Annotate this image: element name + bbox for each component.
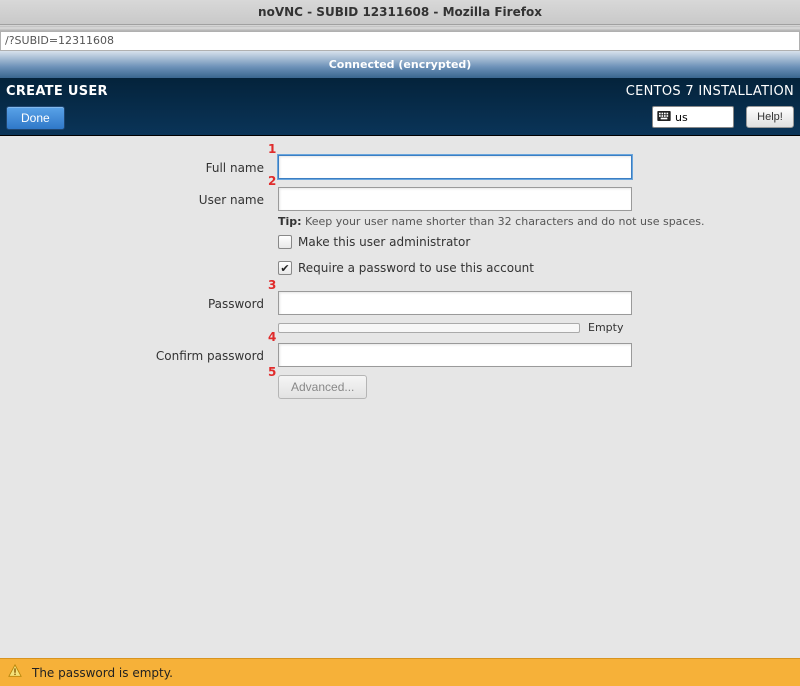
require-password-row[interactable]: ✔ Require a password to use this account (278, 261, 534, 275)
password-label: Password (0, 291, 264, 317)
password-strength-bar (278, 323, 580, 333)
password-strength-label: Empty (588, 321, 623, 334)
require-password-checkbox[interactable]: ✔ (278, 261, 292, 275)
user-name-input[interactable] (278, 187, 632, 211)
full-name-input[interactable] (278, 155, 632, 179)
anaconda-header: CREATE USER Done CENTOS 7 INSTALLATION u… (0, 78, 800, 136)
help-button[interactable]: Help! (746, 106, 794, 128)
advanced-button[interactable]: Advanced... (278, 375, 367, 399)
admin-checkbox[interactable] (278, 235, 292, 249)
annotation-5: 5 (268, 365, 276, 379)
tip-text: Keep your user name shorter than 32 char… (302, 215, 705, 228)
password-strength-row: Empty (278, 321, 623, 334)
confirm-password-label: Confirm password (0, 343, 264, 369)
create-user-form: Full name 1 User name 2 Tip: Keep your u… (0, 137, 800, 658)
full-name-label: Full name (0, 155, 264, 181)
keyboard-layout-indicator[interactable]: us (652, 106, 734, 128)
keyboard-icon (657, 111, 671, 124)
warning-text: The password is empty. (32, 666, 173, 680)
annotation-1: 1 (268, 142, 276, 156)
url-bar[interactable]: /?SUBID=12311608 (0, 31, 800, 51)
user-name-label: User name (0, 187, 264, 213)
vnc-status-bar: Connected (encrypted) (0, 51, 800, 78)
confirm-password-input[interactable] (278, 343, 632, 367)
url-text: /?SUBID=12311608 (5, 34, 114, 47)
done-button[interactable]: Done (6, 106, 65, 130)
tip-prefix: Tip: (278, 215, 302, 228)
browser-titlebar: noVNC - SUBID 12311608 - Mozilla Firefox (0, 0, 800, 25)
keyboard-layout-text: us (675, 111, 688, 124)
vnc-status-text: Connected (encrypted) (329, 58, 472, 71)
annotation-3: 3 (268, 278, 276, 292)
password-input[interactable] (278, 291, 632, 315)
username-tip: Tip: Keep your user name shorter than 32… (278, 215, 704, 228)
require-password-label: Require a password to use this account (298, 261, 534, 275)
admin-checkbox-row[interactable]: Make this user administrator (278, 235, 470, 249)
warning-bar: The password is empty. (0, 658, 800, 686)
warning-icon (8, 664, 22, 681)
admin-checkbox-label: Make this user administrator (298, 235, 470, 249)
page-title: CREATE USER (6, 84, 108, 99)
annotation-4: 4 (268, 330, 276, 344)
browser-title-text: noVNC - SUBID 12311608 - Mozilla Firefox (258, 5, 542, 19)
annotation-2: 2 (268, 174, 276, 188)
installation-title: CENTOS 7 INSTALLATION (626, 84, 794, 99)
